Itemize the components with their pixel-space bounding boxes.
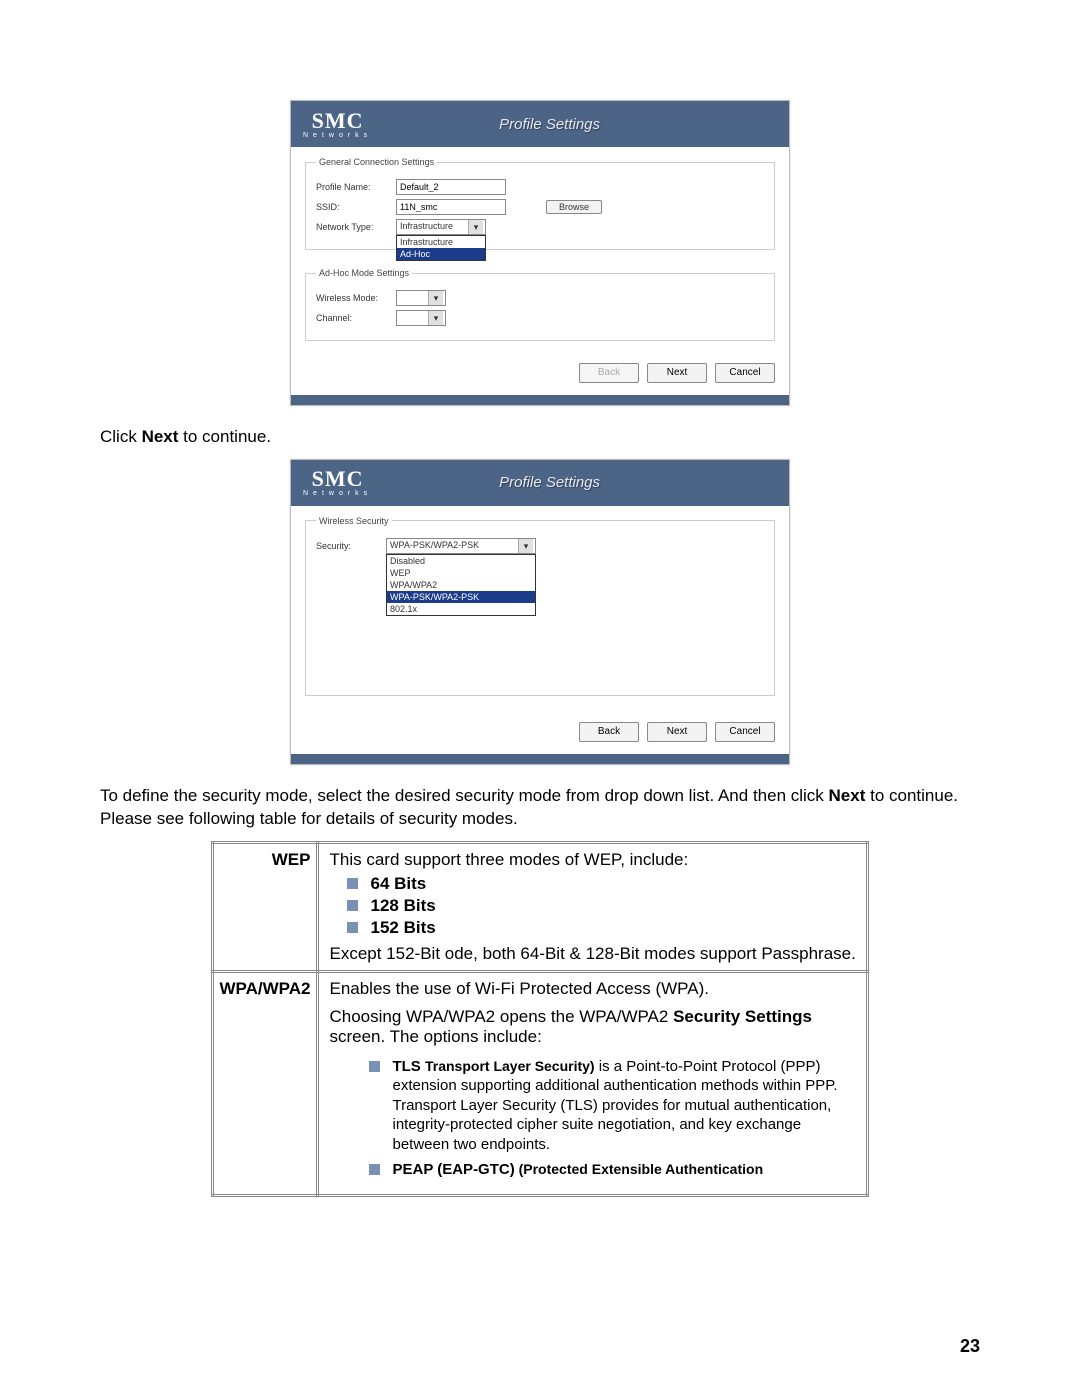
ssid-label: SSID:	[316, 202, 396, 212]
adhoc-legend: Ad-Hoc Mode Settings	[316, 268, 412, 278]
security-mode-table: WEP This card support three modes of WEP…	[211, 841, 870, 1197]
security-label: Security:	[316, 541, 386, 551]
table-row: WPA/WPA2 Enables the use of Wi-Fi Protec…	[212, 971, 868, 1195]
wpa-cell: Enables the use of Wi-Fi Protected Acces…	[318, 971, 868, 1195]
list-item: PEAP (EAP-GTC) (Protected Extensible Aut…	[329, 1160, 856, 1180]
next-button[interactable]: Next	[647, 722, 707, 742]
instruction-click-next: Click Next to continue.	[100, 426, 980, 449]
security-legend: Wireless Security	[316, 516, 392, 526]
wep-head: WEP	[212, 842, 318, 971]
option-infrastructure[interactable]: Infrastructure	[397, 236, 485, 248]
logo-subtext: Networks	[303, 132, 372, 139]
smc-logo: SMC Networks	[303, 468, 372, 497]
option-wpa-psk[interactable]: WPA-PSK/WPA2-PSK	[387, 591, 535, 603]
back-button[interactable]: Back	[579, 363, 639, 383]
dialog-header: SMC Networks Profile Settings	[291, 101, 789, 147]
profile-name-input[interactable]	[396, 179, 506, 195]
option-disabled[interactable]: Disabled	[387, 555, 535, 567]
general-legend: General Connection Settings	[316, 157, 437, 167]
option-8021x[interactable]: 802.1x	[387, 603, 535, 615]
network-type-label: Network Type:	[316, 222, 396, 232]
logo-subtext: Networks	[303, 490, 372, 497]
dialog-title: Profile Settings	[372, 116, 777, 133]
wireless-security-group: Wireless Security Security: WPA-PSK/WPA2…	[305, 516, 775, 696]
list-item: 128 Bits	[329, 896, 856, 916]
dialog-header: SMC Networks Profile Settings	[291, 460, 789, 506]
security-select[interactable]: WPA-PSK/WPA2-PSK Disabled WEP WPA/WPA2 W…	[386, 538, 536, 554]
list-item: 152 Bits	[329, 918, 856, 938]
list-item: TLS Transport Layer Security) is a Point…	[329, 1057, 856, 1155]
option-wep[interactable]: WEP	[387, 567, 535, 579]
option-adhoc[interactable]: Ad-Hoc	[397, 248, 485, 260]
smc-logo: SMC Networks	[303, 110, 372, 139]
wpa-head: WPA/WPA2	[212, 971, 318, 1195]
ssid-input[interactable]	[396, 199, 506, 215]
back-button[interactable]: Back	[579, 722, 639, 742]
browse-button[interactable]: Browse	[546, 200, 602, 214]
security-value: WPA-PSK/WPA2-PSK	[390, 540, 479, 550]
logo-text: SMC	[312, 110, 364, 132]
wireless-mode-select[interactable]	[396, 290, 446, 306]
cancel-button[interactable]: Cancel	[715, 722, 775, 742]
cancel-button[interactable]: Cancel	[715, 363, 775, 383]
option-wpa[interactable]: WPA/WPA2	[387, 579, 535, 591]
logo-text: SMC	[312, 468, 364, 490]
footer-bar	[291, 754, 789, 764]
next-button[interactable]: Next	[647, 363, 707, 383]
table-row: WEP This card support three modes of WEP…	[212, 842, 868, 971]
security-dropdown[interactable]: Disabled WEP WPA/WPA2 WPA-PSK/WPA2-PSK 8…	[386, 554, 536, 616]
general-settings-group: General Connection Settings Profile Name…	[305, 157, 775, 250]
profile-settings-dialog-2: SMC Networks Profile Settings Wireless S…	[290, 459, 790, 765]
channel-select[interactable]	[396, 310, 446, 326]
profile-name-label: Profile Name:	[316, 182, 396, 192]
instruction-security-mode: To define the security mode, select the …	[100, 785, 980, 831]
profile-settings-dialog-1: SMC Networks Profile Settings General Co…	[290, 100, 790, 406]
adhoc-settings-group: Ad-Hoc Mode Settings Wireless Mode: Chan…	[305, 268, 775, 341]
page-number: 23	[960, 1336, 980, 1357]
wireless-mode-label: Wireless Mode:	[316, 293, 396, 303]
channel-label: Channel:	[316, 313, 396, 323]
footer-bar	[291, 395, 789, 405]
dialog-title: Profile Settings	[372, 474, 777, 491]
list-item: 64 Bits	[329, 874, 856, 894]
network-type-select[interactable]: Infrastructure Infrastructure Ad-Hoc	[396, 219, 486, 235]
network-type-value: Infrastructure	[400, 221, 453, 231]
network-type-dropdown[interactable]: Infrastructure Ad-Hoc	[396, 235, 486, 261]
wep-cell: This card support three modes of WEP, in…	[318, 842, 868, 971]
